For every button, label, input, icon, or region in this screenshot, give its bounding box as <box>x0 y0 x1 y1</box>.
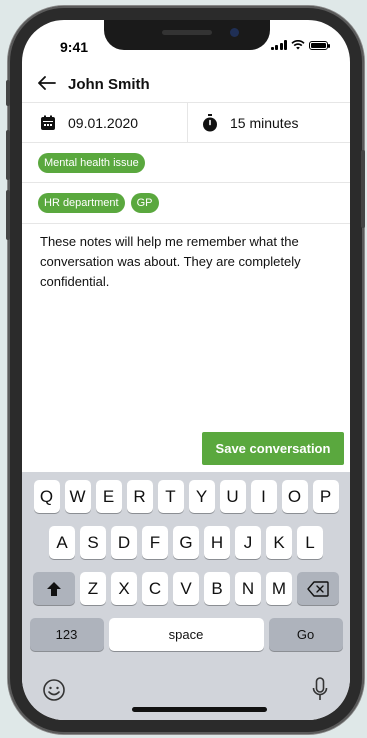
microphone-icon[interactable] <box>312 677 328 708</box>
numbers-key[interactable]: 123 <box>29 618 104 651</box>
header: John Smith <box>22 68 350 100</box>
key-d[interactable]: D <box>111 526 137 559</box>
key-l[interactable]: L <box>297 526 323 559</box>
contacts-tags-row[interactable]: HR department GP <box>22 182 350 222</box>
contact-name: John Smith <box>68 75 150 93</box>
key-p[interactable]: P <box>312 480 339 513</box>
key-j[interactable]: J <box>235 526 261 559</box>
key-v[interactable]: V <box>173 572 199 605</box>
key-o[interactable]: O <box>281 480 308 513</box>
keyboard-bottom-bar <box>22 670 350 720</box>
power-button <box>361 150 365 228</box>
key-h[interactable]: H <box>204 526 230 559</box>
key-b[interactable]: B <box>204 572 230 605</box>
backspace-icon <box>307 580 329 597</box>
keyboard-row-1: Q W E R T Y U I O P <box>22 480 350 513</box>
key-x[interactable]: X <box>111 572 137 605</box>
signal-icon <box>270 40 287 50</box>
mute-switch <box>6 80 10 106</box>
key-t[interactable]: T <box>157 480 184 513</box>
duration-field[interactable]: 15 minutes <box>188 103 298 143</box>
calendar-icon <box>41 115 55 130</box>
key-k[interactable]: K <box>266 526 292 559</box>
keyboard-row-3: Z X C V B N M <box>22 572 350 605</box>
key-w[interactable]: W <box>64 480 91 513</box>
key-a[interactable]: A <box>49 526 75 559</box>
date-value: 09.01.2020 <box>68 115 139 131</box>
screen: 9:41 John Smith 09.01.2020 15 minutes Me… <box>22 20 350 720</box>
home-indicator[interactable] <box>132 707 267 712</box>
notes-textarea[interactable]: These notes will help me remember what t… <box>40 232 330 292</box>
back-arrow-icon[interactable] <box>38 73 60 96</box>
volume-down-button <box>6 190 10 240</box>
key-r[interactable]: R <box>126 480 153 513</box>
date-field[interactable]: 09.01.2020 <box>22 103 188 143</box>
key-c[interactable]: C <box>142 572 168 605</box>
status-icons <box>270 40 330 50</box>
shift-key[interactable] <box>33 572 75 605</box>
topic-tags-row[interactable]: Mental health issue <box>22 142 350 182</box>
key-e[interactable]: E <box>95 480 122 513</box>
notch <box>104 20 270 50</box>
duration-value: 15 minutes <box>230 115 299 131</box>
keyboard-row-4: 123 space Go <box>22 618 350 651</box>
backspace-key[interactable] <box>297 572 339 605</box>
key-q[interactable]: Q <box>33 480 60 513</box>
status-time: 9:41 <box>60 39 89 55</box>
camera <box>230 28 239 37</box>
space-key[interactable]: space <box>108 618 264 651</box>
meta-row: 09.01.2020 15 minutes <box>22 102 350 143</box>
volume-up-button <box>6 130 10 180</box>
key-s[interactable]: S <box>80 526 106 559</box>
key-u[interactable]: U <box>219 480 246 513</box>
tag-mental-health[interactable]: Mental health issue <box>38 152 145 173</box>
keyboard: Q W E R T Y U I O P A S D F G H J K L Z <box>22 472 350 720</box>
key-i[interactable]: I <box>250 480 277 513</box>
go-key[interactable]: Go <box>268 618 343 651</box>
key-f[interactable]: F <box>142 526 168 559</box>
shift-icon <box>47 581 61 596</box>
divider <box>22 223 350 224</box>
key-y[interactable]: Y <box>188 480 215 513</box>
speaker <box>162 30 212 35</box>
key-z[interactable]: Z <box>80 572 106 605</box>
battery-icon <box>309 40 330 50</box>
key-m[interactable]: M <box>266 572 292 605</box>
emoji-icon[interactable] <box>42 678 66 707</box>
key-g[interactable]: G <box>173 526 199 559</box>
keyboard-row-2: A S D F G H J K L <box>22 526 350 559</box>
tag-gp[interactable]: GP <box>130 192 159 213</box>
wifi-icon <box>291 40 305 50</box>
stopwatch-icon <box>203 114 217 132</box>
save-conversation-button[interactable]: Save conversation <box>202 432 344 465</box>
tag-hr-department[interactable]: HR department <box>38 192 125 213</box>
key-n[interactable]: N <box>235 572 261 605</box>
